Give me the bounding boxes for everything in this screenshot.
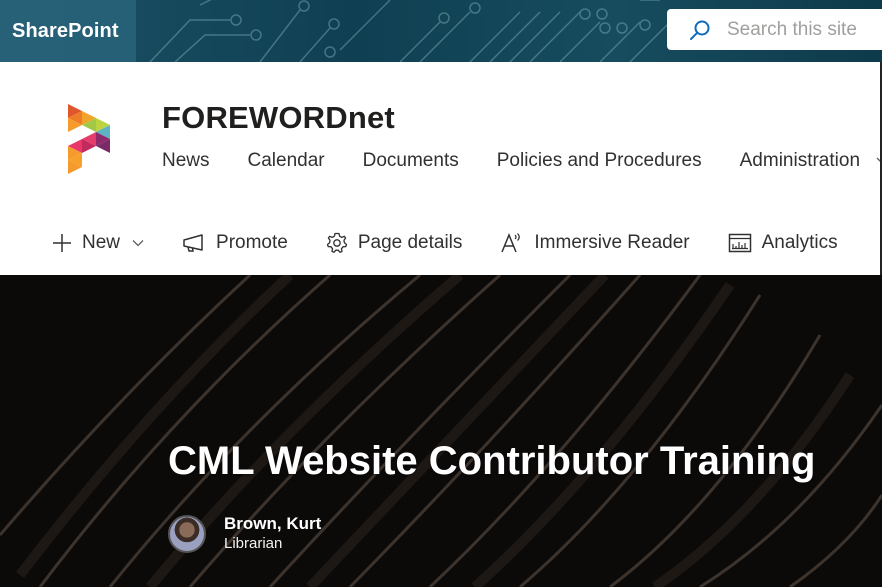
nav-item-calendar[interactable]: Calendar <box>248 150 325 172</box>
immersive-reader-icon <box>501 233 521 253</box>
hero-banner: CML Website Contributor Training Brown, … <box>0 275 882 587</box>
megaphone-icon <box>183 234 203 252</box>
app-name: SharePoint <box>12 19 119 42</box>
app-launcher-brand[interactable]: SharePoint <box>0 0 136 62</box>
command-bar: New Promote Page details Immersive Reade… <box>52 230 876 256</box>
nav-item-documents[interactable]: Documents <box>363 150 459 172</box>
new-label: New <box>82 232 121 253</box>
site-title[interactable]: FOREWORDnet <box>162 100 395 136</box>
search-icon <box>690 20 710 40</box>
site-header: FOREWORDnet News Calendar Documents Poli… <box>0 62 882 275</box>
promote-button[interactable]: Promote <box>182 232 288 254</box>
avatar[interactable] <box>168 514 206 553</box>
page-details-label: Page details <box>357 232 463 253</box>
chevron-down-icon <box>132 240 144 247</box>
promote-label: Promote <box>216 232 288 253</box>
author-byline[interactable]: Brown, Kurt Librarian <box>168 513 321 554</box>
site-logo[interactable] <box>68 104 112 174</box>
author-role: Librarian <box>224 535 283 552</box>
nav-item-news[interactable]: News <box>162 150 210 172</box>
plus-icon <box>53 234 71 252</box>
analytics-label: Analytics <box>761 232 838 253</box>
immersive-reader-button[interactable]: Immersive Reader <box>500 232 690 254</box>
suite-bar: SharePoint <box>0 0 882 62</box>
immersive-reader-label: Immersive Reader <box>534 232 690 253</box>
hero-background-image <box>0 275 882 587</box>
nav-item-administration[interactable]: Administration <box>740 150 860 172</box>
search-box[interactable] <box>667 9 882 50</box>
author-name[interactable]: Brown, Kurt <box>224 513 321 534</box>
new-button[interactable]: New <box>52 232 144 254</box>
page-title: CML Website Contributor Training <box>168 439 816 483</box>
analytics-button[interactable]: Analytics <box>728 232 838 254</box>
analytics-icon <box>728 233 751 253</box>
site-navigation: News Calendar Documents Policies and Pro… <box>162 150 882 172</box>
page-details-button[interactable]: Page details <box>326 232 463 254</box>
nav-item-policies-and-procedures[interactable]: Policies and Procedures <box>497 150 702 172</box>
gear-icon <box>326 232 347 253</box>
search-input[interactable] <box>727 18 877 41</box>
